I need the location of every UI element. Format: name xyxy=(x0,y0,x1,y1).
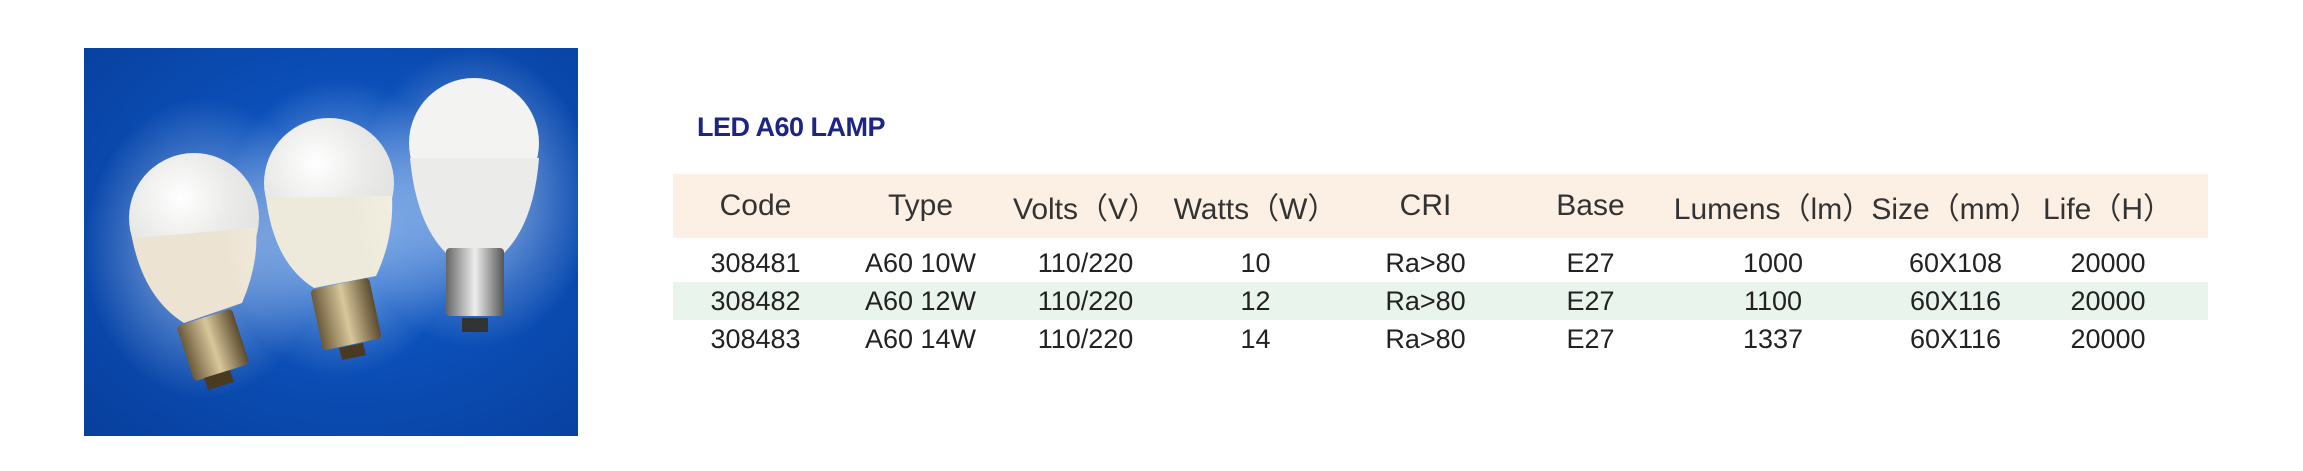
header-code: Code xyxy=(719,189,792,222)
cell-lumens: 1337 xyxy=(1742,323,1804,354)
cell-cri: Ra>80 xyxy=(1385,323,1466,354)
cell-watts: 10 xyxy=(1240,247,1271,278)
cell-base: E27 xyxy=(1566,247,1615,278)
cell-size: 60X108 xyxy=(1908,247,2003,278)
header-lumens: Lumens（lm） xyxy=(1673,193,1873,226)
cell-code: 308482 xyxy=(710,285,801,316)
cell-volts: 110/220 xyxy=(1037,285,1134,316)
cell-lumens: 1000 xyxy=(1742,247,1804,278)
cell-life: 20000 xyxy=(2070,285,2146,316)
cell-volts: 110/220 xyxy=(1037,323,1134,354)
cell-cri: Ra>80 xyxy=(1385,285,1466,316)
cell-size: 60X116 xyxy=(1909,285,2002,316)
cell-code: 308483 xyxy=(710,323,801,354)
cell-cri: Ra>80 xyxy=(1385,247,1466,278)
cell-base: E27 xyxy=(1566,285,1615,316)
table-header-row: Code Type Volts（V） Watts（W） CRI Base Lum… xyxy=(673,174,2208,238)
header-size: Size（mm） xyxy=(1871,193,2040,226)
cell-volts: 110/220 xyxy=(1037,247,1134,278)
table-row: 308483 A60 14W 110/220 14 Ra>80 E27 1337… xyxy=(673,320,2208,358)
cell-type: A60 12W xyxy=(864,285,977,316)
spec-table: Code Type Volts（V） Watts（W） CRI Base Lum… xyxy=(673,174,2208,358)
cell-life: 20000 xyxy=(2070,323,2146,354)
cell-base: E27 xyxy=(1566,323,1615,354)
led-bulbs-illustration xyxy=(84,48,578,398)
table-row: 308482 A60 12W 110/220 12 Ra>80 E27 1100… xyxy=(673,282,2208,320)
cell-size: 60X116 xyxy=(1909,323,2002,354)
cell-type: A60 10W xyxy=(864,247,977,278)
header-base: Base xyxy=(1556,189,1625,222)
header-type: Type xyxy=(887,189,954,222)
table-row: 308481 A60 10W 110/220 10 Ra>80 E27 1000… xyxy=(673,244,2208,282)
header-watts: Watts（W） xyxy=(1173,193,1338,226)
header-volts: Volts（V） xyxy=(1012,193,1159,226)
cell-watts: 14 xyxy=(1240,323,1271,354)
product-title: LED A60 LAMP xyxy=(697,112,886,142)
product-photo xyxy=(84,48,578,436)
cell-life: 20000 xyxy=(2070,247,2146,278)
cell-lumens: 1100 xyxy=(1743,285,1803,316)
header-life: Life（H） xyxy=(2042,193,2174,226)
cell-code: 308481 xyxy=(710,247,801,278)
header-cri: CRI xyxy=(1399,189,1452,222)
cell-type: A60 14W xyxy=(864,323,977,354)
cell-watts: 12 xyxy=(1240,285,1271,316)
